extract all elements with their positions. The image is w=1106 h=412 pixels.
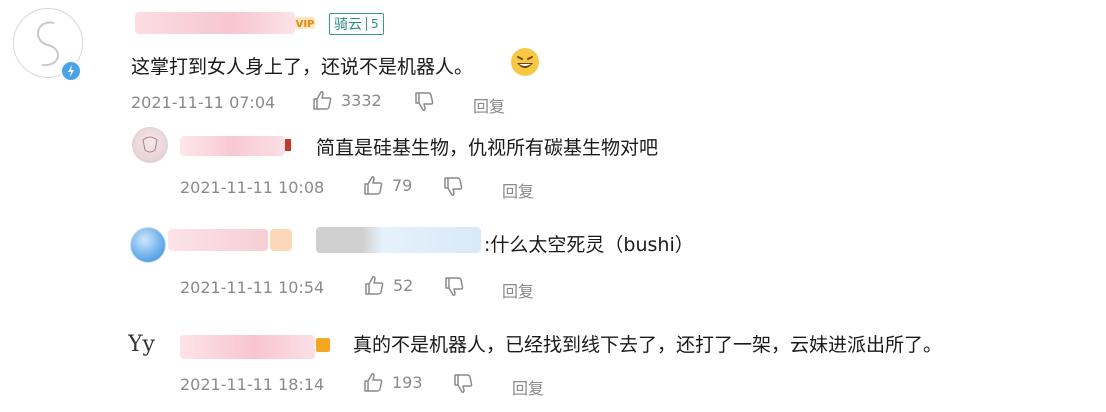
vip-icon <box>316 338 330 352</box>
thumbs-down-icon <box>452 373 474 395</box>
timestamp: 2021-11-11 10:08 <box>180 178 325 197</box>
like-button[interactable]: 79 <box>362 174 412 196</box>
like-button[interactable]: 193 <box>362 371 423 393</box>
grinning-face-emoji <box>510 47 540 77</box>
fan-badge-level: 5 <box>366 17 383 31</box>
comment-text: 简直是硅基生物，仇视所有碳基生物对吧 <box>316 137 659 159</box>
dislike-button[interactable] <box>442 176 464 198</box>
avatar-text: Yy <box>128 332 155 357</box>
vip-icon: VIP <box>294 14 316 32</box>
username-blurred[interactable] <box>180 335 315 359</box>
reply-button[interactable]: 回复 <box>502 278 534 302</box>
avatar[interactable]: Yy <box>128 330 170 360</box>
like-button[interactable]: 52 <box>363 274 413 296</box>
reply-button[interactable]: 回复 <box>502 178 534 202</box>
username-blurred[interactable] <box>180 136 285 156</box>
svg-text:VIP: VIP <box>296 19 315 30</box>
dislike-button[interactable] <box>452 373 474 395</box>
thumbs-up-icon <box>362 174 384 196</box>
dislike-button[interactable] <box>413 91 435 113</box>
like-count: 79 <box>392 175 413 195</box>
comment-text: :什么太空死灵（bushi） <box>484 234 694 256</box>
reply-button[interactable]: 回复 <box>473 93 505 117</box>
comment-text: 真的不是机器人，已经找到线下去了，还打了一架，云妹进派出所了。 <box>353 334 943 356</box>
thumbs-down-icon <box>413 91 435 113</box>
timestamp: 2021-11-11 18:14 <box>180 375 325 394</box>
fan-badge[interactable]: 骑云 5 <box>329 13 384 35</box>
timestamp: 2021-11-11 07:04 <box>131 93 276 112</box>
thumbs-up-icon <box>363 274 385 296</box>
username-blurred-2 <box>270 229 292 251</box>
thumbs-up-icon <box>362 371 384 393</box>
username-blurred[interactable] <box>168 229 268 251</box>
reply-target-blurred[interactable] <box>316 227 481 253</box>
like-count: 3332 <box>341 90 382 110</box>
dislike-button[interactable] <box>443 276 465 298</box>
verified-badge-icon <box>60 60 82 82</box>
like-count: 52 <box>393 275 414 295</box>
avatar[interactable] <box>130 227 166 263</box>
timestamp: 2021-11-11 10:54 <box>180 278 325 297</box>
fan-badge-label: 骑云 <box>334 17 362 33</box>
username-blurred[interactable] <box>135 12 295 34</box>
comment-text: 这掌打到女人身上了，还说不是机器人。 <box>131 56 474 78</box>
thumbs-down-icon <box>442 176 464 198</box>
thumbs-down-icon <box>443 276 465 298</box>
thumbs-up-icon <box>311 89 333 111</box>
user-badge-icon <box>285 139 291 151</box>
avatar[interactable] <box>132 127 168 163</box>
reply-button[interactable]: 回复 <box>512 375 544 399</box>
like-button[interactable]: 3332 <box>311 89 382 111</box>
like-count: 193 <box>392 372 423 392</box>
